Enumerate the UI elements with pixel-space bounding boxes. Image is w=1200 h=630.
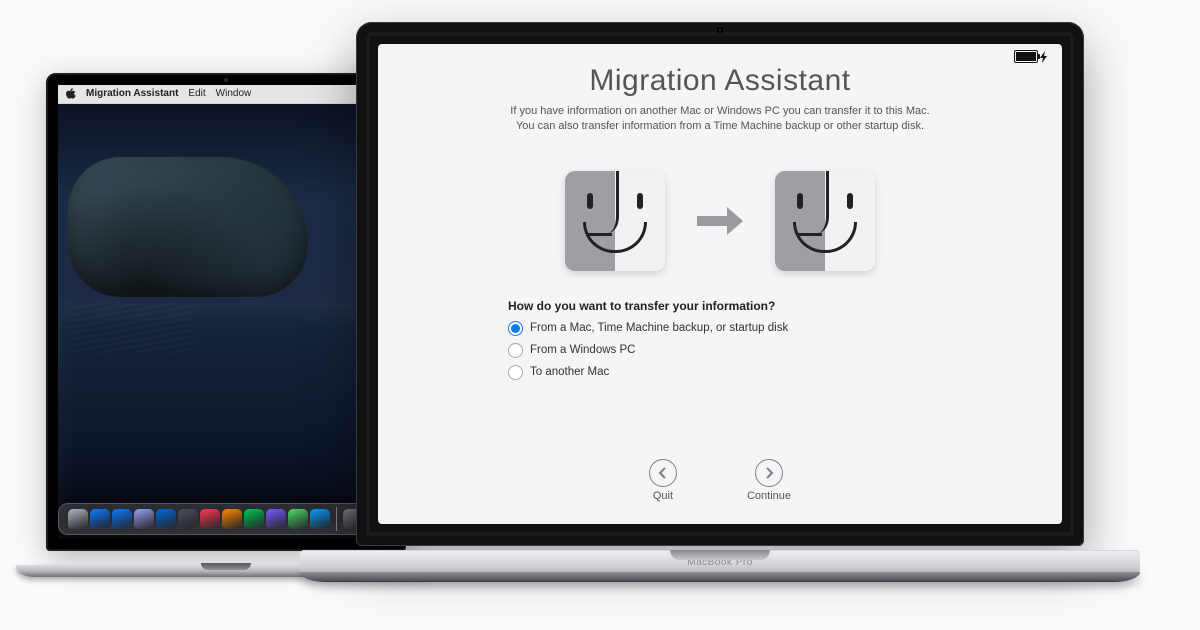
wallpaper-island	[68, 157, 308, 297]
radio-label: From a Mac, Time Machine backup, or star…	[530, 322, 788, 334]
finder-face-icon	[565, 171, 665, 271]
radio-label: To another Mac	[530, 366, 609, 378]
radio-option-from-mac[interactable]: From a Mac, Time Machine backup, or star…	[508, 321, 1062, 336]
transfer-question: How do you want to transfer your informa…	[508, 299, 1062, 313]
radio-option-to-mac[interactable]: To another Mac	[508, 365, 1062, 380]
macbook-pro-device: Migration Assistant If you have informat…	[300, 22, 1140, 582]
radio-option-from-pc[interactable]: From a Windows PC	[508, 343, 1062, 358]
dock-app-icon[interactable]	[266, 509, 286, 529]
dock-app-icon[interactable]	[68, 509, 88, 529]
menubar-item-edit[interactable]: Edit	[188, 85, 205, 103]
quit-label: Quit	[653, 490, 673, 502]
transfer-hero-illustration	[378, 171, 1062, 271]
device-model-label: MacBook Pro	[687, 557, 753, 568]
dock-app-icon[interactable]	[222, 509, 242, 529]
macbook-pro-screen: Migration Assistant If you have informat…	[370, 36, 1070, 532]
radio-indicator-icon	[508, 365, 523, 380]
quit-button[interactable]: Quit	[649, 459, 677, 502]
arrow-right-icon	[695, 201, 745, 241]
dock-app-icon[interactable]	[112, 509, 132, 529]
description-line-2: You can also transfer information from a…	[516, 120, 924, 132]
arrow-left-circle-icon	[649, 459, 677, 487]
dock-app-icon[interactable]	[134, 509, 154, 529]
battery-charging-icon	[1014, 50, 1038, 63]
macbook-pro-bottom-edge	[300, 572, 1140, 582]
macbook-pro-base: MacBook Pro	[300, 550, 1140, 582]
continue-button[interactable]: Continue	[747, 459, 791, 502]
radio-indicator-icon	[508, 321, 523, 336]
arrow-right-circle-icon	[755, 459, 783, 487]
migration-assistant-window: Migration Assistant If you have informat…	[378, 44, 1062, 524]
dock-app-icon[interactable]	[200, 509, 220, 529]
radio-label: From a Windows PC	[530, 344, 635, 356]
page-title: Migration Assistant	[378, 64, 1062, 98]
menubar-item-window[interactable]: Window	[216, 85, 252, 103]
apple-logo-icon[interactable]	[66, 88, 76, 100]
description-line-1: If you have information on another Mac o…	[510, 105, 929, 117]
dock-app-icon[interactable]	[156, 509, 176, 529]
dock-app-icon[interactable]	[178, 509, 198, 529]
page-description: If you have information on another Mac o…	[378, 104, 1062, 135]
continue-label: Continue	[747, 490, 791, 502]
menubar-appname[interactable]: Migration Assistant	[86, 85, 178, 103]
transfer-options: From a Mac, Time Machine backup, or star…	[508, 321, 1062, 380]
macbook-pro-bezel: Migration Assistant If you have informat…	[356, 22, 1084, 546]
dock-app-icon[interactable]	[90, 509, 110, 529]
status-bar	[1014, 50, 1050, 63]
radio-indicator-icon	[508, 343, 523, 358]
dock-app-icon[interactable]	[244, 509, 264, 529]
macbook-pro-hinge: MacBook Pro	[300, 550, 1140, 574]
finder-face-icon	[775, 171, 875, 271]
footer-actions: Quit Continue	[378, 445, 1062, 524]
